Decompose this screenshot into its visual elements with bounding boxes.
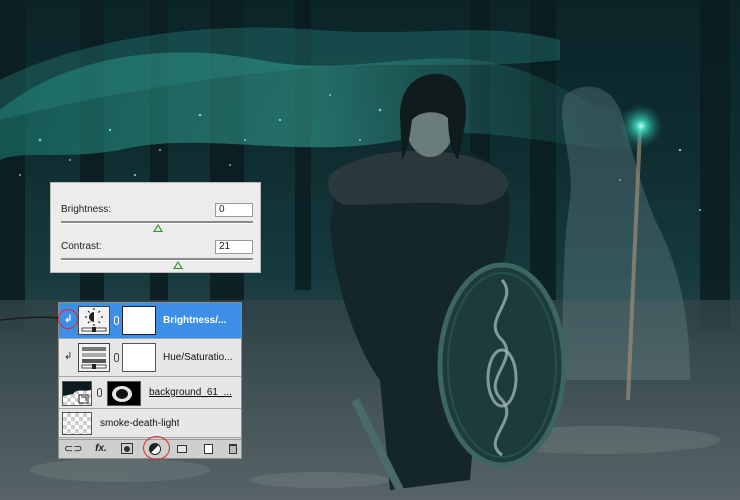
layer-name[interactable]: smoke-death-light <box>100 418 179 429</box>
contrast-value-input[interactable]: 21 <box>215 240 253 254</box>
brightness-label: Brightness: <box>61 204 112 215</box>
layer-row-smoke-death-light[interactable]: smoke-death-light <box>59 409 241 438</box>
highlight-ring-clipping <box>58 309 78 329</box>
layer-name[interactable]: Brightness/... <box>163 315 226 326</box>
highlight-ring-adjustment <box>143 436 170 460</box>
layer-thumbnail[interactable] <box>62 412 92 435</box>
layer-mask-thumbnail[interactable] <box>122 343 156 372</box>
layer-mask-thumbnail[interactable] <box>122 306 156 335</box>
brightness-value-input[interactable]: 0 <box>215 203 253 217</box>
mask-link-icon[interactable] <box>114 316 119 325</box>
mask-link-icon[interactable] <box>97 388 102 397</box>
hue-saturation-adjustment-icon <box>78 343 110 372</box>
link-layers-icon[interactable]: ⊂⊃ <box>64 443 82 455</box>
contrast-slider-track[interactable] <box>61 258 253 261</box>
brightness-slider-thumb[interactable] <box>153 224 163 232</box>
layer-thumbnail[interactable] <box>62 381 92 406</box>
new-layer-icon[interactable] <box>204 444 213 454</box>
layer-row-brightness[interactable]: ↲ Brightness/... <box>59 303 241 339</box>
brightness-adjustment-icon <box>78 306 110 335</box>
layer-name[interactable]: background_61_... <box>149 387 232 398</box>
layers-panel: ↲ Brightness/... ↲ Hue/Saturatio... back… <box>58 302 242 459</box>
add-mask-icon[interactable] <box>121 443 133 454</box>
brightness-contrast-properties: Brightness: 0 Contrast: 21 <box>50 182 261 273</box>
contrast-label: Contrast: <box>61 241 102 252</box>
fx-button[interactable]: fx. <box>92 443 110 455</box>
new-group-icon[interactable] <box>177 445 187 453</box>
contrast-slider-thumb[interactable] <box>173 261 183 269</box>
mask-link-icon[interactable] <box>114 353 119 362</box>
layer-mask-thumbnail[interactable] <box>107 381 141 406</box>
trash-icon[interactable] <box>229 444 237 454</box>
layer-row-background[interactable]: background_61_... <box>59 377 241 409</box>
layer-name[interactable]: Hue/Saturatio... <box>163 352 232 363</box>
clipping-arrow-icon: ↲ <box>64 351 73 362</box>
layer-row-hue-saturation[interactable]: ↲ Hue/Saturatio... <box>59 339 241 377</box>
